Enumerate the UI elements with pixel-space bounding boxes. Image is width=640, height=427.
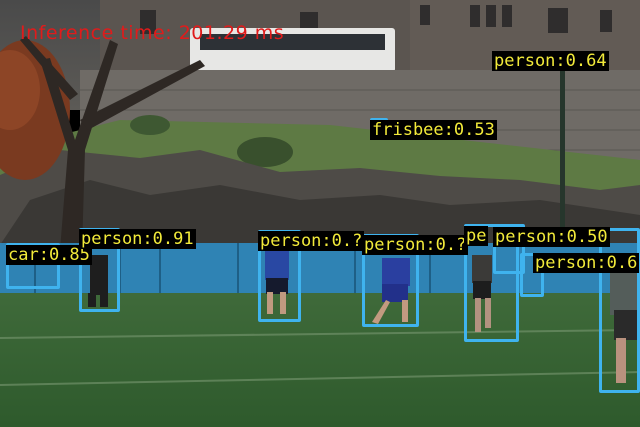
detection-label-person-3: person:0.? xyxy=(258,231,365,251)
detection-label-frisbee: frisbee:0.53 xyxy=(370,120,497,140)
detection-label-person-4: person:0.? xyxy=(362,235,469,255)
detection-label-person-1: person:0.64 xyxy=(492,51,609,71)
inference-time-text: Inference time: 201.29 ms xyxy=(20,22,285,44)
detection-frame: Inference time: 201.29 ms person:0.64 fr… xyxy=(0,0,640,427)
detection-label-person-7: person:0.6 xyxy=(533,253,640,273)
detection-label-person-6: person:0.50 xyxy=(493,227,610,247)
detection-label-person-2: person:0.91 xyxy=(79,229,196,249)
detection-label-person-5: pe xyxy=(464,226,489,246)
